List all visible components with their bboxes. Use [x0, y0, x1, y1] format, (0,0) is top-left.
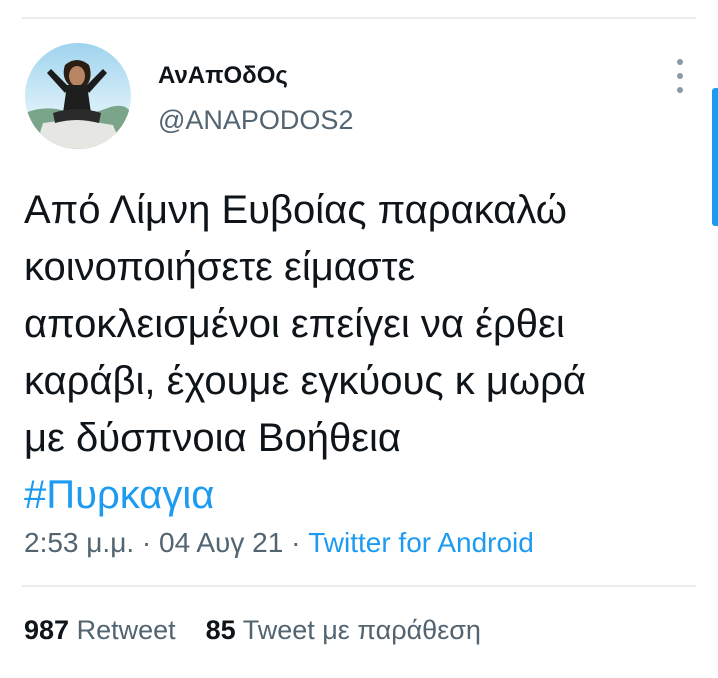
- quotes-label: Tweet με παράθεση: [242, 615, 481, 645]
- tweet-text: Από Λίμνη Ευβοίας παρακαλώ κοινοποιήσετε…: [24, 182, 704, 524]
- quotes-count: 85: [205, 615, 236, 645]
- meta-separator: ·: [134, 527, 159, 558]
- tweet-stats: 987 Retweet 85 Tweet με παράθεση: [24, 615, 481, 646]
- retweets-stat[interactable]: 987 Retweet: [24, 615, 176, 645]
- tweet-text-line: καράβι, έχουμε εγκύους κ μωρά: [24, 359, 586, 403]
- tweet-text-line: αποκλεισμένοι επείγει να έρθει: [24, 302, 565, 346]
- more-vertical-icon[interactable]: [668, 56, 692, 96]
- menu-dot: [677, 59, 683, 65]
- retweets-label: Retweet: [76, 615, 176, 645]
- menu-dot: [677, 87, 683, 93]
- author-handle[interactable]: @ANAPODOS2: [158, 105, 353, 136]
- tweet-time[interactable]: 2:53 μ.μ.: [24, 527, 134, 558]
- meta-separator: ·: [283, 527, 309, 558]
- hashtag-link[interactable]: #Πυρκαγια: [24, 467, 704, 524]
- author-display-name[interactable]: ΑνΑπΟδΟς: [158, 62, 288, 90]
- retweets-count: 987: [24, 615, 70, 645]
- stats-divider: [22, 585, 696, 587]
- tweet-source-link[interactable]: Twitter for Android: [308, 527, 534, 558]
- user-avatar-photo-icon: [25, 43, 131, 149]
- scrollbar-thumb[interactable]: [712, 88, 718, 226]
- tweet-text-line: Από Λίμνη Ευβοίας παρακαλώ: [24, 188, 567, 232]
- top-divider: [22, 17, 696, 19]
- quotes-stat[interactable]: 85 Tweet με παράθεση: [206, 615, 481, 645]
- tweet-text-line: με δύσπνοια Βοήθεια: [24, 416, 402, 460]
- tweet-text-line: κοινοποιήσετε είμαστε: [24, 245, 416, 289]
- tweet-date[interactable]: 04 Αυγ 21: [159, 527, 283, 558]
- tweet-meta: 2:53 μ.μ. · 04 Αυγ 21 · Twitter for Andr…: [24, 527, 534, 559]
- menu-dot: [677, 73, 683, 79]
- avatar[interactable]: [25, 43, 131, 149]
